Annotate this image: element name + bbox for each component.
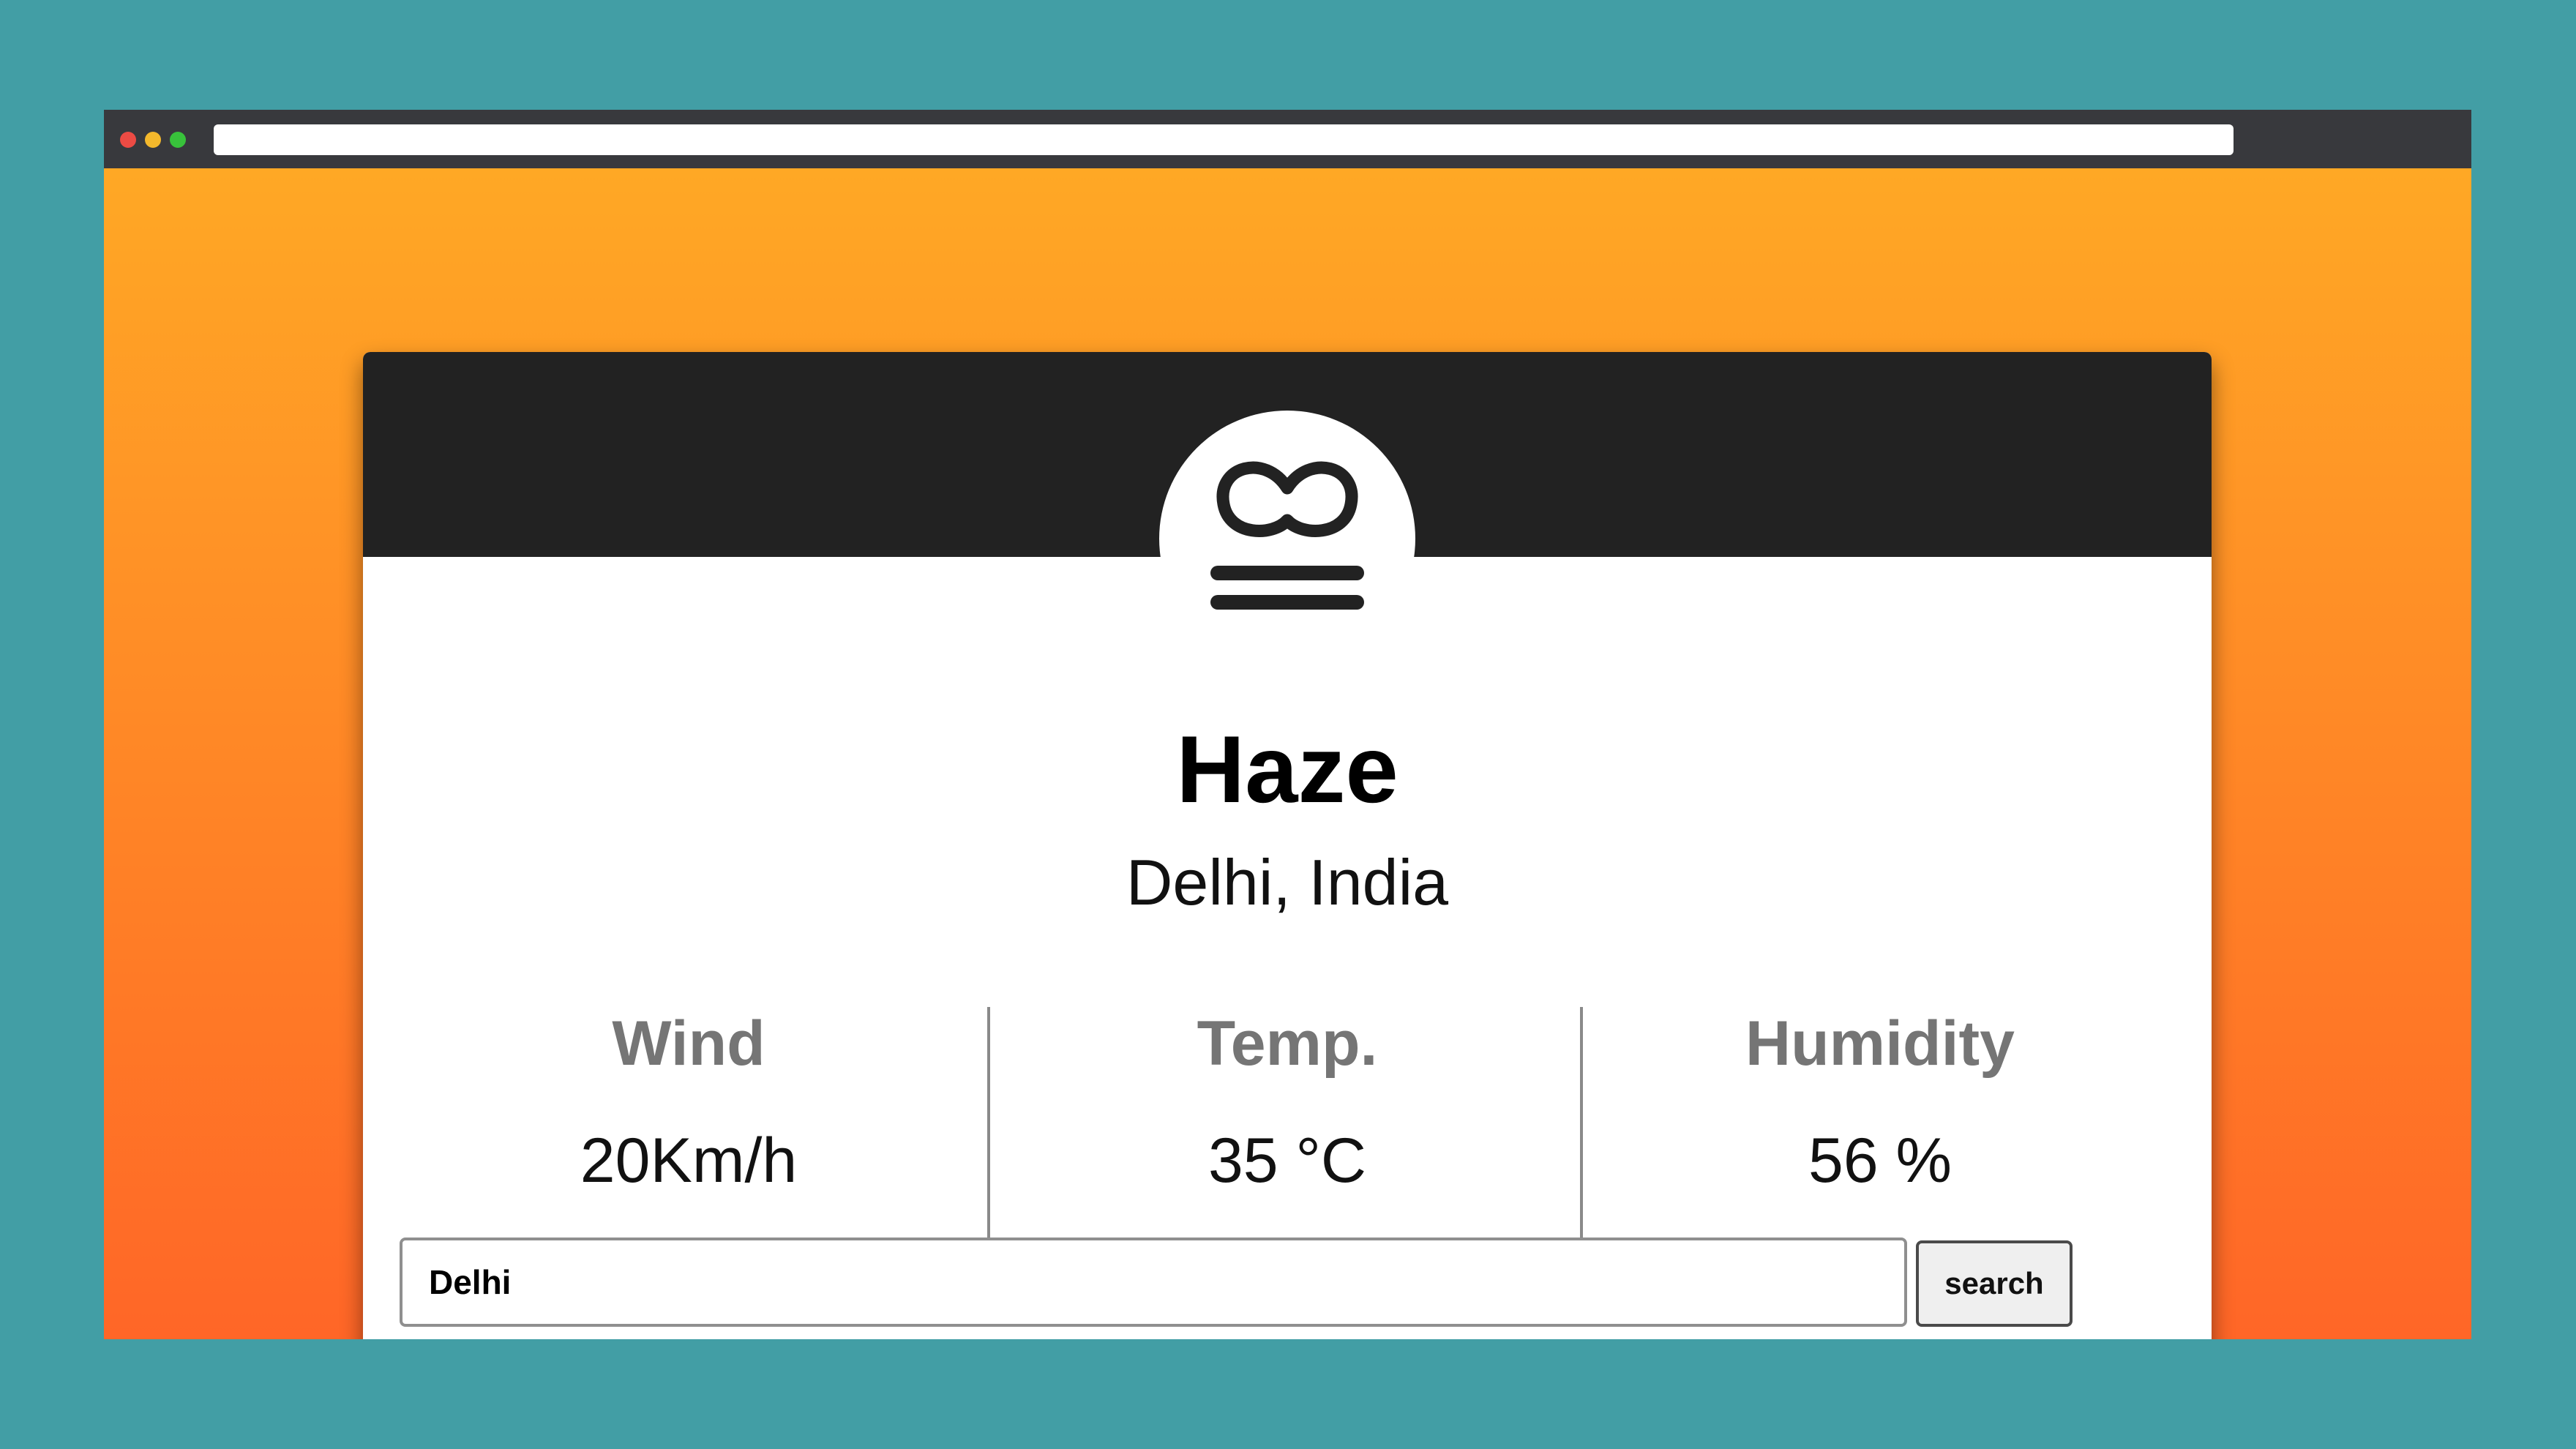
weather-location: Delhi, India — [1126, 846, 1449, 918]
wind-label: Wind — [612, 1008, 765, 1079]
temperature-value: 35 °C — [1208, 1126, 1367, 1196]
haze-icon — [1210, 461, 1364, 610]
humidity-value: 56 % — [1808, 1126, 1952, 1196]
city-search-input[interactable] — [400, 1238, 1907, 1327]
weather-card: Haze Delhi, India Wind 20Km/h Temp. 35 °… — [363, 352, 2212, 1339]
minimize-window-dot[interactable] — [145, 132, 161, 148]
temperature-stat: Temp. 35 °C — [991, 978, 1584, 1256]
wind-value: 20Km/h — [580, 1126, 798, 1196]
wind-stat: Wind 20Km/h — [392, 978, 985, 1256]
browser-titlebar — [104, 110, 2471, 168]
search-button[interactable]: search — [1916, 1240, 2073, 1327]
browser-content: Haze Delhi, India Wind 20Km/h Temp. 35 °… — [104, 168, 2471, 1339]
maximize-window-dot[interactable] — [170, 132, 186, 148]
close-window-dot[interactable] — [120, 132, 136, 148]
weather-condition: Haze — [1176, 716, 1399, 823]
temperature-label: Temp. — [1197, 1008, 1378, 1079]
humidity-label: Humidity — [1745, 1008, 2015, 1079]
humidity-stat: Humidity 56 % — [1584, 978, 2176, 1256]
address-bar[interactable] — [214, 124, 2234, 155]
browser-window: Haze Delhi, India Wind 20Km/h Temp. 35 °… — [104, 110, 2471, 1339]
